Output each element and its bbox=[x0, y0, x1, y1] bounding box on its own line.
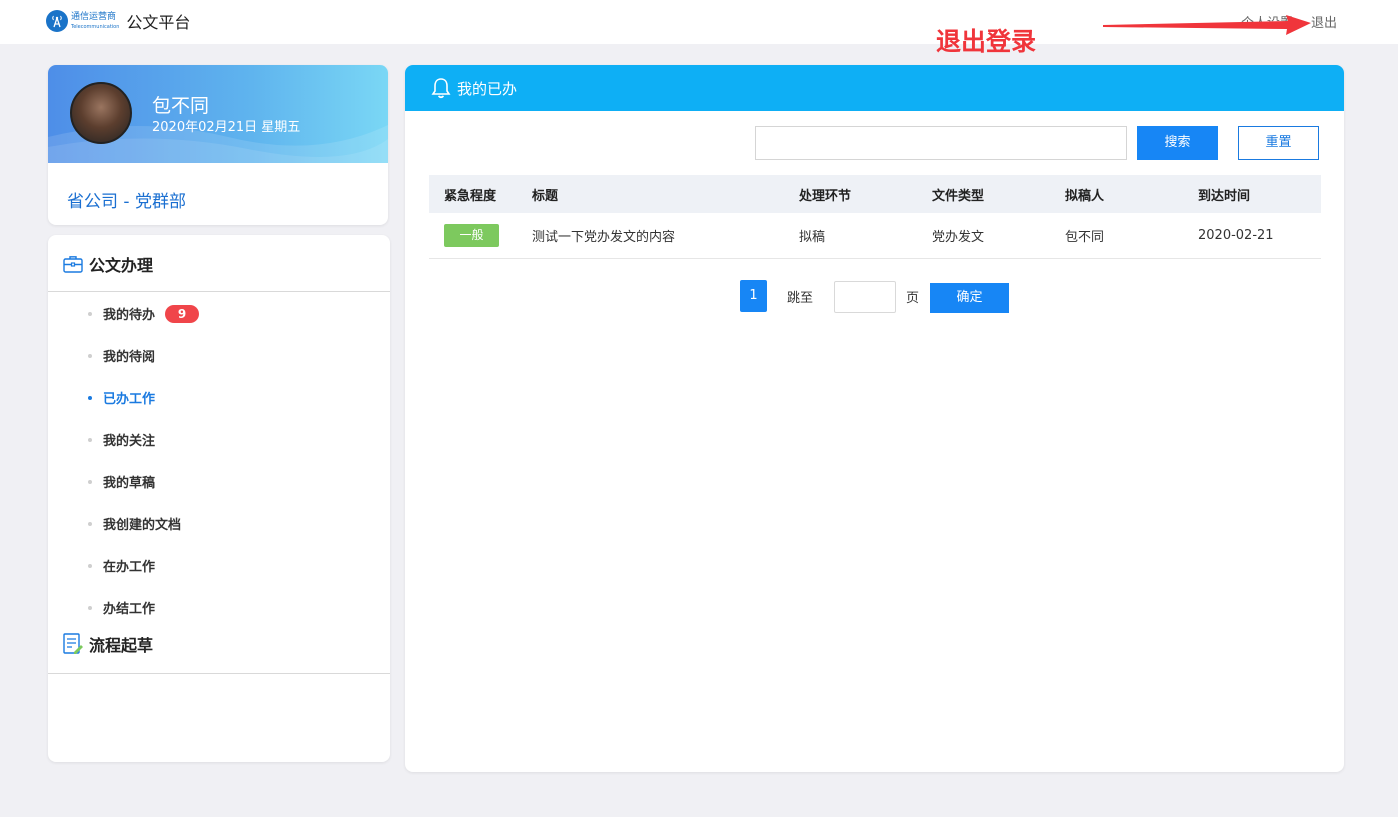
column-header-title[interactable]: 标题 bbox=[532, 185, 799, 204]
annotation-label: 退出登录 bbox=[936, 27, 1037, 56]
divider bbox=[48, 673, 390, 674]
column-header-arrival[interactable]: 到达时间 bbox=[1198, 185, 1321, 204]
sidebar-item-label: 我的关注 bbox=[103, 434, 156, 449]
sidebar-item-label: 我创建的文档 bbox=[103, 518, 182, 533]
logo: 通信运营商 Telecommunication 公文平台 bbox=[46, 9, 190, 33]
table-row[interactable]: 一般 测试一下党办发文的内容 拟稿 党办发文 包不同 2020-02-21 bbox=[429, 213, 1321, 259]
jump-page-input[interactable] bbox=[834, 281, 896, 313]
panel-header: 我的已办 bbox=[405, 65, 1344, 111]
jump-to-label: 跳至 bbox=[787, 291, 814, 306]
sidebar-item-in-progress[interactable]: 在办工作 bbox=[88, 556, 155, 575]
organization-label: 省公司 - 党群部 bbox=[67, 192, 186, 212]
column-header-urgency[interactable]: 紧急程度 bbox=[429, 185, 532, 204]
avatar[interactable] bbox=[70, 82, 132, 144]
sidebar-item-label: 我的待办 bbox=[103, 308, 156, 323]
arrival-time-cell: 2020-02-21 bbox=[1198, 228, 1274, 243]
page-unit-label: 页 bbox=[906, 291, 920, 306]
user-name: 包不同 bbox=[152, 95, 210, 117]
sidebar-item-label: 我的待阅 bbox=[103, 350, 156, 365]
sidebar-item-completed[interactable]: 办结工作 bbox=[88, 598, 155, 617]
section-process-draft[interactable]: 流程起草 bbox=[63, 632, 153, 656]
urgency-tag: 一般 bbox=[444, 224, 499, 247]
reset-button[interactable]: 重置 bbox=[1238, 126, 1319, 160]
briefcase-icon bbox=[63, 256, 83, 273]
profile-banner: 包不同 2020年02月21日 星期五 bbox=[48, 65, 388, 163]
section-document-handling[interactable]: 公文办理 bbox=[63, 252, 153, 276]
column-header-drafter[interactable]: 拟稿人 bbox=[1065, 185, 1198, 204]
document-title-link[interactable]: 测试一下党办发文的内容 bbox=[532, 226, 799, 245]
sidebar-menu: 公文办理 我的待办 9 我的待阅 已办工作 我的关注 我的草稿 我创建的文档 在… bbox=[48, 235, 390, 762]
search-button[interactable]: 搜索 bbox=[1137, 126, 1218, 160]
signal-tower-icon bbox=[46, 10, 68, 32]
confirm-jump-button[interactable]: 确定 bbox=[930, 283, 1009, 313]
table-header: 紧急程度 标题 处理环节 文件类型 拟稿人 到达时间 bbox=[429, 175, 1321, 213]
panel-title: 我的已办 bbox=[457, 79, 518, 98]
current-date: 2020年02月21日 星期五 bbox=[152, 120, 301, 135]
logo-cn-text: 通信运营商 bbox=[71, 11, 117, 22]
divider bbox=[48, 291, 390, 292]
todo-count-badge: 9 bbox=[165, 304, 200, 323]
profile-card: 包不同 2020年02月21日 星期五 省公司 - 党群部 bbox=[48, 65, 388, 225]
sidebar-item-label: 办结工作 bbox=[103, 602, 156, 617]
section-title: 流程起草 bbox=[89, 636, 154, 655]
sidebar-item-my-toread[interactable]: 我的待阅 bbox=[88, 346, 155, 365]
drafter-cell: 包不同 bbox=[1065, 230, 1105, 245]
doc-type-cell: 党办发文 bbox=[932, 230, 985, 245]
section-title: 公文办理 bbox=[89, 256, 154, 275]
column-header-doc-type[interactable]: 文件类型 bbox=[932, 185, 1065, 204]
sidebar-item-label: 我的草稿 bbox=[103, 476, 156, 491]
sidebar-item-my-follows[interactable]: 我的关注 bbox=[88, 430, 155, 449]
column-header-stage[interactable]: 处理环节 bbox=[799, 185, 932, 204]
search-input[interactable] bbox=[755, 126, 1127, 160]
annotation-arrow-icon bbox=[1103, 15, 1311, 35]
logo-en-text: Telecommunication bbox=[71, 23, 120, 30]
sidebar-item-label: 在办工作 bbox=[103, 560, 156, 575]
sidebar-item-my-drafts[interactable]: 我的草稿 bbox=[88, 472, 155, 491]
document-edit-icon bbox=[63, 633, 83, 654]
sidebar-item-my-created-docs[interactable]: 我创建的文档 bbox=[88, 514, 181, 533]
bell-icon bbox=[431, 78, 451, 99]
documents-table: 紧急程度 标题 处理环节 文件类型 拟稿人 到达时间 一般 测试一下党办发文的内… bbox=[429, 175, 1321, 259]
sidebar-item-done-work[interactable]: 已办工作 bbox=[88, 388, 155, 407]
sidebar-item-my-todo[interactable]: 我的待办 9 bbox=[88, 304, 200, 323]
sidebar-item-label: 已办工作 bbox=[103, 392, 156, 407]
main-panel: 我的已办 搜索 重置 紧急程度 标题 处理环节 文件类型 拟稿人 到达时间 一般… bbox=[405, 65, 1344, 772]
page-button-current[interactable]: 1 bbox=[740, 280, 767, 312]
stage-cell: 拟稿 bbox=[799, 230, 826, 245]
app-title: 公文平台 bbox=[126, 13, 191, 32]
